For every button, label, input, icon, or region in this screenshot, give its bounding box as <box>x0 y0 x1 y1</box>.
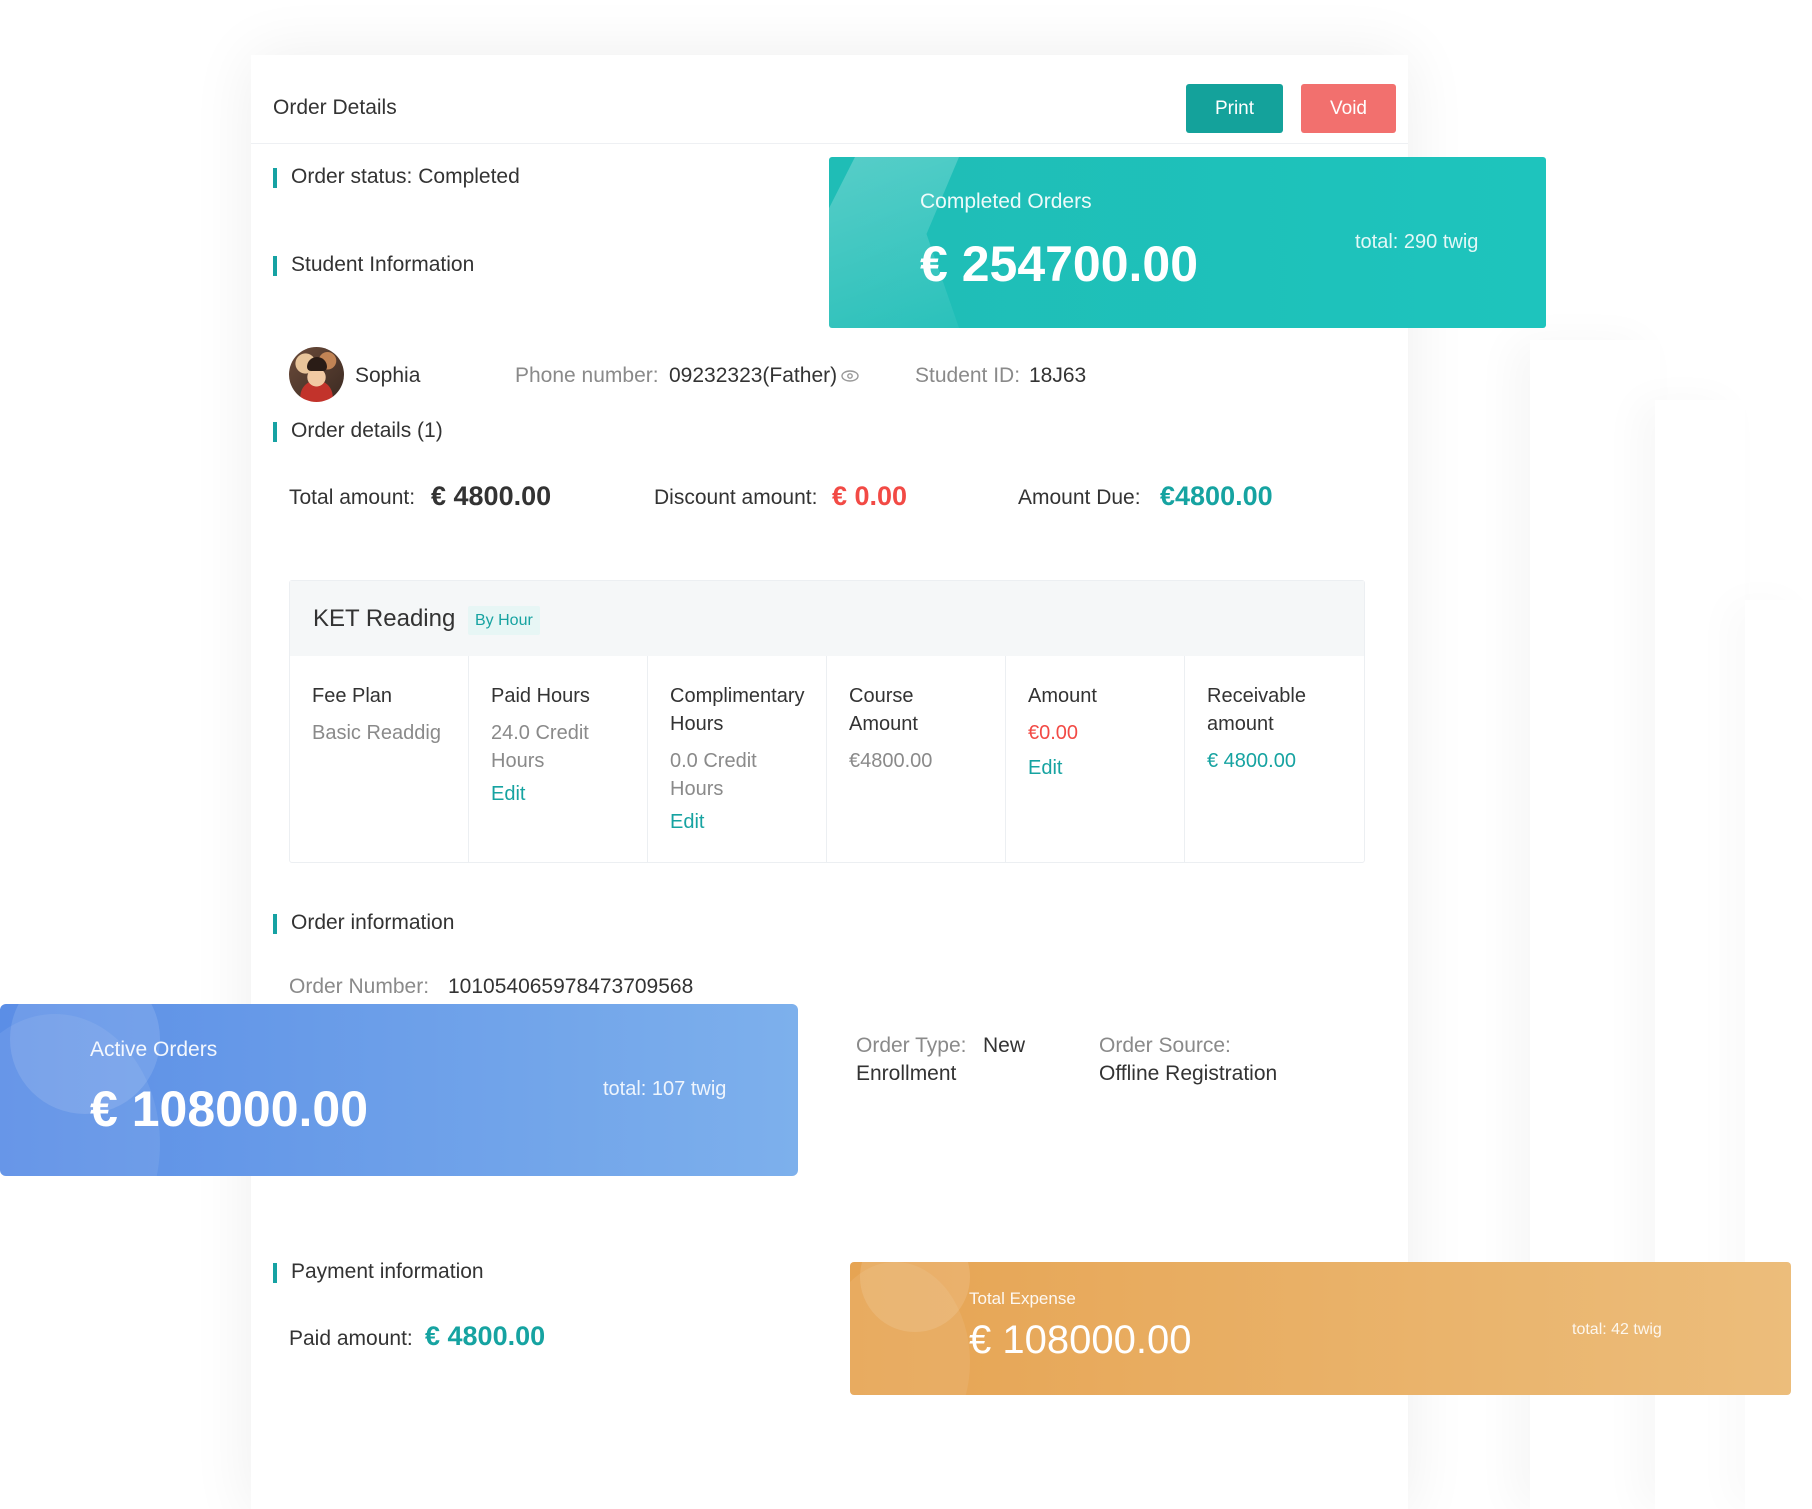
eye-icon[interactable] <box>841 370 859 383</box>
student-id-label: Student ID: <box>915 364 1021 387</box>
total-expense-title: Total Expense <box>969 1289 1076 1308</box>
phone-number: 09232323(Father) <box>669 364 838 387</box>
course-table: KET Reading By Hour Fee Plan Basic Readd… <box>289 580 1365 863</box>
order-source-label: Order Source: <box>1099 1034 1231 1057</box>
order-info-title: Order information <box>273 911 454 935</box>
phone-label: Phone number: <box>515 364 659 387</box>
active-orders-card: Active Orders € 108000.00 total: 107 twi… <box>0 1004 798 1176</box>
completed-orders-total: total: 290 twig <box>1355 231 1479 253</box>
card-header: Order Details Print Void <box>251 55 1408 144</box>
order-status-label: Order status: <box>291 165 413 188</box>
order-status-value: Completed <box>418 165 520 188</box>
complimentary-hours-column: Complimentary Hours 0.0 Credit Hours Edi… <box>648 656 827 863</box>
edit-paid-hours-link[interactable]: Edit <box>491 783 525 806</box>
column-header: Complimentary Hours <box>670 685 805 735</box>
amount-column: Amount €0.00 Edit <box>1006 656 1185 863</box>
student-id-value: 18J63 <box>1029 364 1087 387</box>
amount-due-label: Amount Due: <box>1018 486 1141 509</box>
fee-plan-column: Fee Plan Basic Readdig <box>290 656 469 863</box>
student-name: Sophia <box>355 364 421 387</box>
paid-amount-value: € 4800.00 <box>425 1321 546 1351</box>
course-amount-column: Course Amount €4800.00 <box>827 656 1006 863</box>
active-orders-total: total: 107 twig <box>603 1078 727 1100</box>
order-type-value: New <box>983 1034 1026 1057</box>
active-orders-amount: € 108000.00 <box>90 1081 369 1137</box>
paid-hours-column: Paid Hours 24.0 Credit Hours Edit <box>469 656 648 863</box>
amount-value: €0.00 <box>1028 722 1079 744</box>
total-expense-card: Total Expense € 108000.00 total: 42 twig <box>850 1262 1791 1395</box>
total-expense-total: total: 42 twig <box>1572 1321 1662 1338</box>
total-expense-amount: € 108000.00 <box>969 1318 1192 1362</box>
completed-orders-amount: € 254700.00 <box>920 236 1199 292</box>
order-number-value: 101054065978473709568 <box>448 975 694 998</box>
phone-value: 09232323(Father) <box>669 364 859 388</box>
order-source-value: Offline Registration <box>1099 1062 1278 1085</box>
completed-orders-title: Completed Orders <box>920 190 1092 213</box>
edit-amount-link[interactable]: Edit <box>1028 757 1062 780</box>
receivable-amount-value: € 4800.00 <box>1207 750 1296 772</box>
completed-orders-card: Completed Orders € 254700.00 total: 290 … <box>829 157 1546 328</box>
student-info-title: Student Information <box>273 253 474 277</box>
total-amount-value: € 4800.00 <box>431 481 552 511</box>
active-orders-title: Active Orders <box>90 1038 218 1061</box>
order-type-label: Order Type: <box>856 1034 967 1057</box>
course-header: KET Reading By Hour <box>290 581 1364 656</box>
column-header: Receivable amount <box>1207 685 1306 735</box>
stage: Order Details Print Void Order status: C… <box>0 0 1812 1509</box>
avatar <box>289 347 344 402</box>
discount-amount-value: € 0.00 <box>832 481 908 511</box>
edit-complimentary-hours-link[interactable]: Edit <box>670 811 704 834</box>
column-header: Amount <box>1028 685 1097 707</box>
void-button[interactable]: Void <box>1301 84 1396 133</box>
payment-info-title: Payment information <box>273 1260 484 1284</box>
column-header: Course Amount <box>849 685 918 735</box>
billing-tag: By Hour <box>468 606 540 635</box>
amount-due-value: €4800.00 <box>1160 481 1273 511</box>
discount-amount-label: Discount amount: <box>654 486 818 509</box>
course-amount-value: €4800.00 <box>849 750 933 772</box>
receivable-amount-column: Receivable amount € 4800.00 <box>1185 656 1366 863</box>
total-amount-label: Total amount: <box>289 486 416 509</box>
order-number-label: Order Number: <box>289 975 430 998</box>
order-status: Order status: Completed <box>273 165 520 189</box>
course-title: KET Reading <box>313 605 456 632</box>
order-type-value-line2: Enrollment <box>856 1062 957 1085</box>
fee-plan-value: Basic Readdig <box>312 722 441 744</box>
complimentary-hours-value: 0.0 Credit Hours <box>670 750 757 800</box>
order-details-title: Order details (1) <box>273 419 443 443</box>
paid-hours-value: 24.0 Credit Hours <box>491 722 589 772</box>
print-button[interactable]: Print <box>1186 84 1283 133</box>
column-header: Paid Hours <box>491 685 590 707</box>
page-title: Order Details <box>273 96 397 119</box>
paid-amount-label: Paid amount: <box>289 1327 413 1350</box>
column-header: Fee Plan <box>312 685 393 707</box>
